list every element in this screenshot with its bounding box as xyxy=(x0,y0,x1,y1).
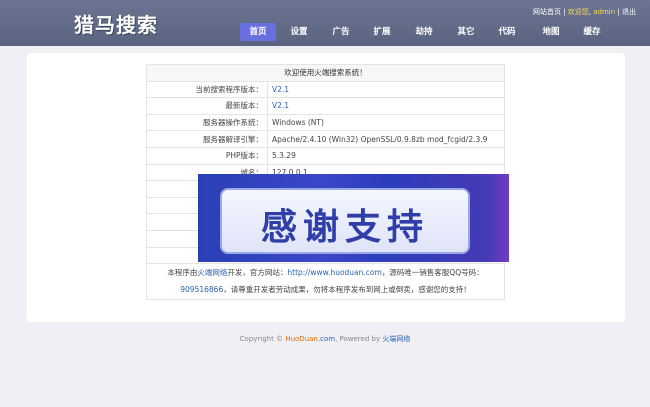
company-link[interactable]: 火端网络 xyxy=(197,268,227,277)
qq-link[interactable]: 909516866 xyxy=(180,285,223,294)
welcome-text: 欢迎您 xyxy=(567,8,589,16)
nav-code[interactable]: 代码 xyxy=(489,23,525,41)
footer-brand-link[interactable]: HuoDuan xyxy=(285,335,318,343)
logout-link[interactable]: 退出 xyxy=(622,8,636,16)
table-row: 服务器操作系统： Windows (NT) xyxy=(146,113,505,132)
table-row: 当前搜索程序版本： V2.1 xyxy=(146,80,505,99)
top-bar: 猎马搜索 网站首页 | 欢迎您, admin | 退出 首页 设置 广告 扩展 … xyxy=(0,0,650,46)
user-link[interactable]: admin xyxy=(593,8,615,16)
nav-ads[interactable]: 广告 xyxy=(323,23,359,41)
footer-powered-link[interactable]: 火端网络 xyxy=(382,335,410,343)
site-home-link[interactable]: 网站首页 xyxy=(533,8,561,16)
top-links: 网站首页 | 欢迎您, admin | 退出 xyxy=(532,8,636,16)
thanks-banner: 感谢支持 xyxy=(198,174,509,262)
thanks-text: 感谢支持 xyxy=(260,207,429,248)
table-row: PHP版本： 5.3.29 xyxy=(146,146,505,165)
copyright-notice: 本程序由火端网络开发，官方网站：http://www.huoduan.com，源… xyxy=(146,262,505,300)
page-footer: Copyright © HuoDuan.com, Powered by 火端网络 xyxy=(239,335,411,343)
nav-settings[interactable]: 设置 xyxy=(281,23,317,41)
nav-other[interactable]: 其它 xyxy=(448,23,484,41)
welcome-heading: 欢迎使用火端搜索系统！ xyxy=(146,64,505,82)
nav-home[interactable]: 首页 xyxy=(240,23,276,41)
banner-glow xyxy=(487,174,509,262)
table-row: 最新版本： V2.1 xyxy=(146,97,505,115)
thanks-banner-plate: 感谢支持 xyxy=(220,188,470,254)
nav-hijack[interactable]: 劫持 xyxy=(406,23,442,41)
nav-extend[interactable]: 扩展 xyxy=(364,23,400,41)
official-site-link[interactable]: http://www.huoduan.com xyxy=(287,268,381,277)
site-logo[interactable]: 猎马搜索 xyxy=(74,9,158,38)
nav-cache[interactable]: 缓存 xyxy=(574,23,610,41)
nav-map[interactable]: 地图 xyxy=(533,23,569,41)
table-row: 服务器解译引擎： Apache/2.4.10 (Win32) OpenSSL/0.… xyxy=(146,130,505,148)
